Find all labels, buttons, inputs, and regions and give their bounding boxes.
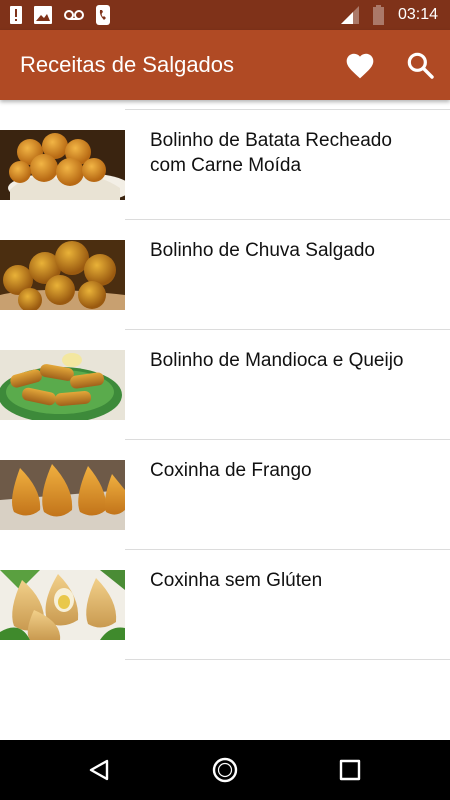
phone-icon <box>96 5 110 25</box>
recipe-title: Bolinho de Mandioca e Queijo <box>150 350 404 371</box>
voicemail-icon <box>64 10 84 20</box>
home-button[interactable] <box>210 755 240 785</box>
favorites-button[interactable] <box>344 50 376 80</box>
recents-button[interactable] <box>335 755 365 785</box>
status-bar: 03:14 <box>0 0 450 30</box>
app-title: Receitas de Salgados <box>20 52 235 77</box>
recipe-thumbnail <box>0 570 125 640</box>
recipe-thumbnail <box>0 240 125 310</box>
battery-icon <box>372 5 384 25</box>
recipe-title: Bolinho de Batata Recheado com Carne Moí… <box>150 130 392 176</box>
heart-icon <box>346 53 374 79</box>
system-nav-bar <box>0 740 450 800</box>
search-icon <box>407 52 434 79</box>
recipe-item[interactable]: Coxinha de Frango <box>0 440 450 550</box>
alert-icon <box>10 6 22 24</box>
divider <box>125 659 450 660</box>
search-button[interactable] <box>404 49 436 81</box>
recents-icon <box>339 759 361 781</box>
recipe-title: Coxinha sem Glúten <box>150 570 323 591</box>
app-bar: Receitas de Salgados <box>0 30 450 100</box>
recipe-thumbnail <box>0 350 125 420</box>
notification-icons <box>10 5 110 25</box>
home-icon <box>212 757 238 783</box>
recipe-item[interactable]: Coxinha sem Glúten <box>0 550 450 660</box>
signal-icon <box>340 6 359 24</box>
recipe-thumbnail <box>0 460 125 530</box>
recipe-title: Coxinha de Frango <box>150 460 312 481</box>
back-button[interactable] <box>85 755 115 785</box>
recipe-item[interactable]: Bolinho de Chuva Salgado <box>0 220 450 330</box>
recipe-item[interactable]: Bolinho de Mandioca e Queijo <box>0 330 450 440</box>
recipe-item[interactable]: Bolinho de Batata Recheado com Carne Moí… <box>0 110 450 220</box>
recipe-thumbnail <box>0 130 125 200</box>
status-right: 03:14 <box>340 5 438 25</box>
recipe-title: Bolinho de Chuva Salgado <box>150 240 376 261</box>
back-icon <box>89 759 109 781</box>
status-time: 03:14 <box>397 6 438 23</box>
image-icon <box>34 6 52 24</box>
